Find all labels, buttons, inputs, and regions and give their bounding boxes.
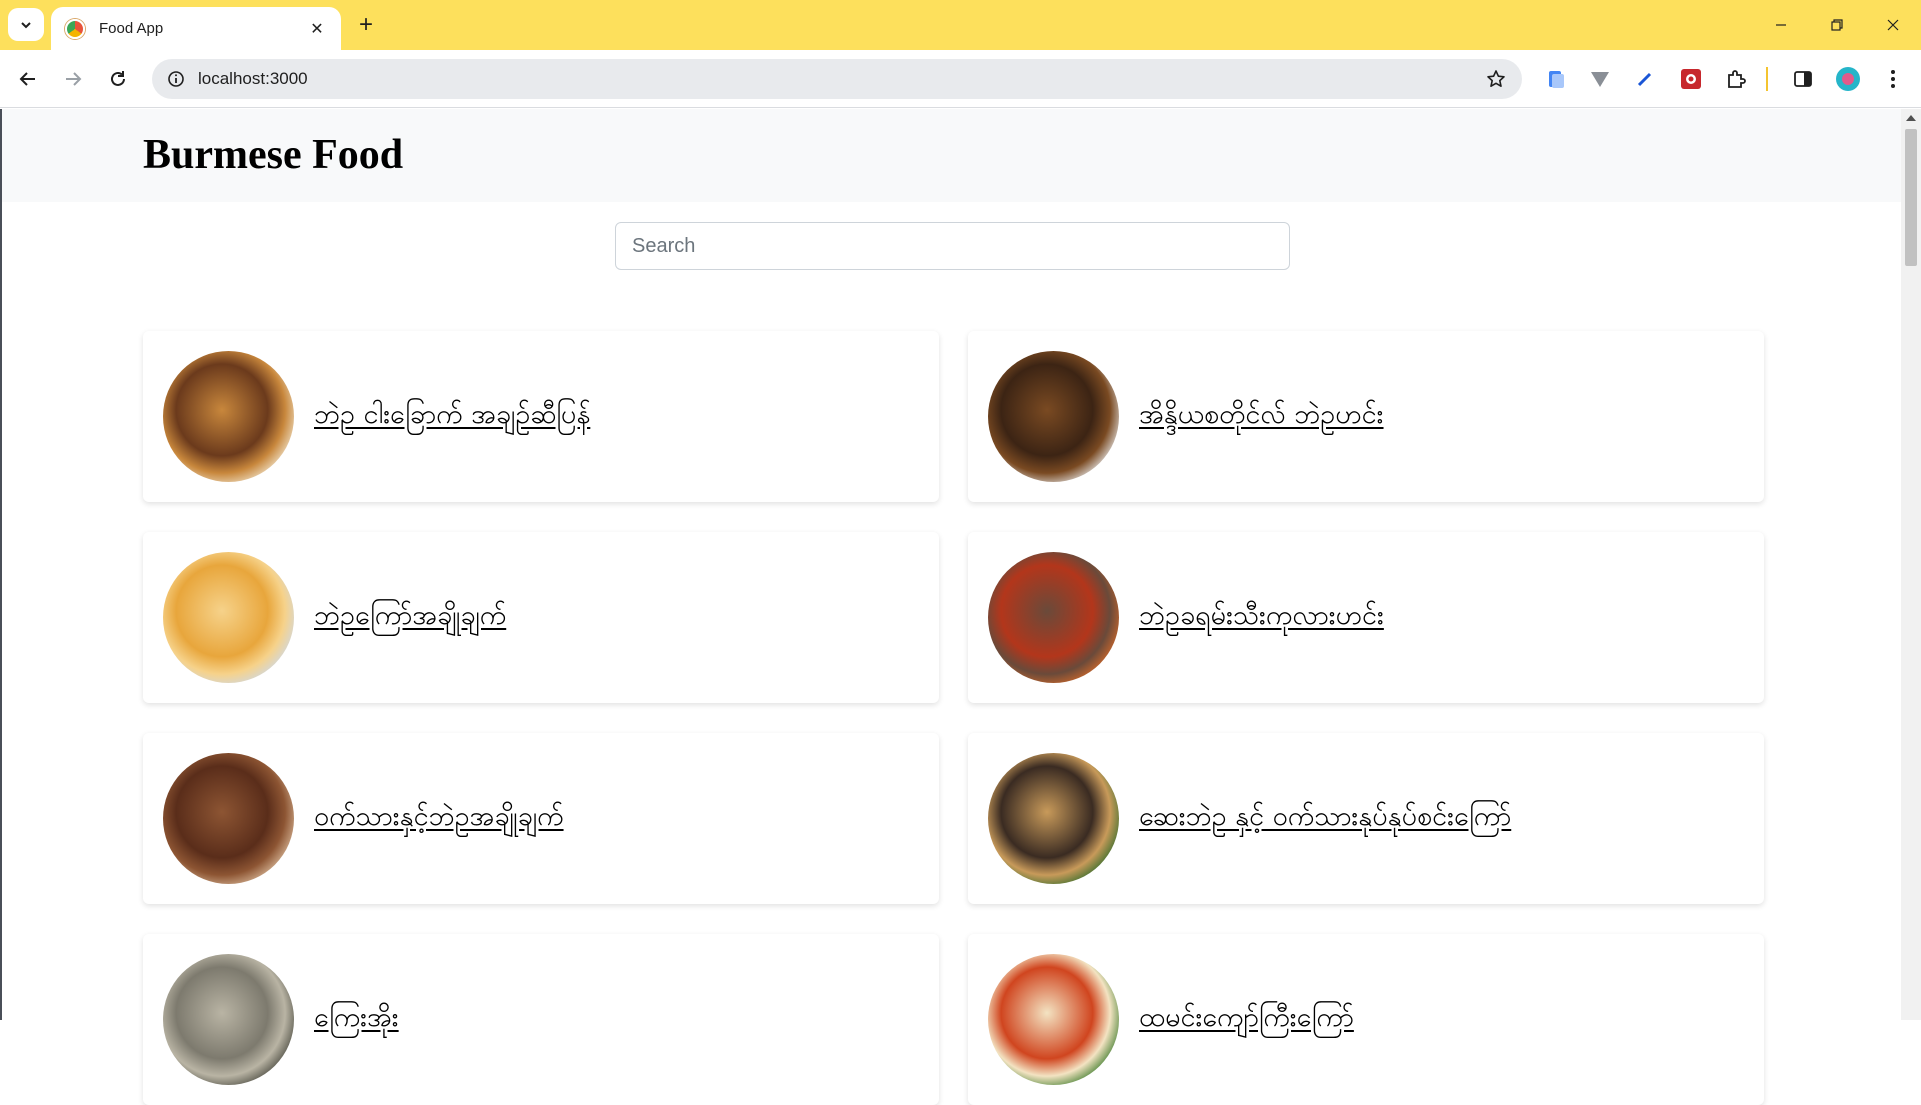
extension-pen-icon[interactable] (1632, 66, 1658, 92)
side-panel-icon[interactable] (1790, 66, 1816, 92)
forward-arrow-icon[interactable] (57, 63, 89, 95)
browser-toolbar: localhost:3000 (0, 50, 1921, 108)
toolbar-divider (1765, 66, 1769, 92)
tab-close-icon[interactable]: ✕ (307, 19, 327, 39)
window-controls (1753, 0, 1921, 50)
browser-menu-icon[interactable] (1880, 66, 1906, 92)
food-thumbnail-image (988, 552, 1119, 683)
site-brand-title[interactable]: Burmese Food (143, 131, 403, 179)
food-thumbnail-image (988, 351, 1119, 482)
scroll-thumb[interactable] (1905, 129, 1917, 266)
close-window-icon[interactable] (1865, 0, 1921, 50)
page-scrollbar[interactable] (1901, 109, 1921, 1020)
extensions-puzzle-icon[interactable] (1723, 66, 1749, 92)
extension-red-icon[interactable] (1678, 66, 1704, 92)
chevron-down-icon (21, 21, 31, 28)
site-navbar: Burmese Food (2, 109, 1901, 202)
food-name-link[interactable]: ဘဲဥခရမ်းသီးကုလားဟင်း (1139, 598, 1384, 638)
address-bar[interactable]: localhost:3000 (152, 59, 1522, 99)
food-thumbnail-image (163, 351, 294, 482)
food-card[interactable]: ဝက်သားနှင့်ဘဲဥအချိုချက် (143, 733, 939, 904)
food-thumbnail-image (988, 753, 1119, 884)
food-card[interactable]: ဘဲဥ ငါးခြောက် အချဉ်ဆီပြန် (143, 331, 939, 502)
reload-icon[interactable] (102, 63, 134, 95)
food-card[interactable]: ဆေးဘဲဥ နှင့် ဝက်သားနုပ်နုပ်စင်းကြော် (968, 733, 1764, 904)
food-thumbnail-image (163, 753, 294, 884)
food-name-link[interactable]: ဘဲဥ ငါးခြောက် အချဉ်ဆီပြန် (314, 397, 590, 437)
extension-doc-icon[interactable] (1543, 66, 1569, 92)
minimize-icon[interactable] (1753, 0, 1809, 50)
food-name-link[interactable]: ဘဲဥကြော်အချိုချက် (314, 598, 506, 638)
profile-avatar-icon[interactable] (1835, 66, 1861, 92)
food-name-link[interactable]: ဆေးဘဲဥ နှင့် ဝက်သားနုပ်နုပ်စင်းကြော် (1139, 799, 1511, 839)
food-name-link[interactable]: ဝက်သားနှင့်ဘဲဥအချိုချက် (314, 799, 564, 839)
back-arrow-icon[interactable] (12, 63, 44, 95)
food-card[interactable]: ဘဲဥခရမ်းသီးကုလားဟင်း (968, 532, 1764, 703)
search-input[interactable] (615, 222, 1290, 270)
restore-icon[interactable] (1809, 0, 1865, 50)
tab-search-button[interactable] (8, 8, 44, 41)
scroll-up-arrow-icon[interactable] (1906, 115, 1916, 121)
food-card[interactable]: ဘဲဥကြော်အချိုချက် (143, 532, 939, 703)
food-card[interactable]: အိန္ဒိယစတိုင်လ် ဘဲဥဟင်း (968, 331, 1764, 502)
site-info-icon[interactable] (164, 67, 188, 91)
bookmark-star-icon[interactable] (1484, 67, 1508, 91)
food-name-link[interactable]: အိန္ဒိယစတိုင်လ် ဘဲဥဟင်း (1139, 397, 1384, 437)
food-thumbnail-image (163, 552, 294, 683)
tab-title: Food App (99, 20, 164, 37)
browser-tab[interactable]: Food App ✕ (51, 7, 341, 50)
extension-vue-icon[interactable] (1587, 66, 1613, 92)
page-viewport: Burmese Food ဘဲဥ ငါးခြောက် အချဉ်ဆီပြန် အိ… (0, 109, 1921, 1105)
new-tab-icon[interactable]: + (352, 12, 380, 40)
browser-tab-strip: Food App ✕ + (0, 0, 1921, 50)
url-text: localhost:3000 (198, 69, 308, 88)
tab-favicon-icon (65, 18, 85, 39)
